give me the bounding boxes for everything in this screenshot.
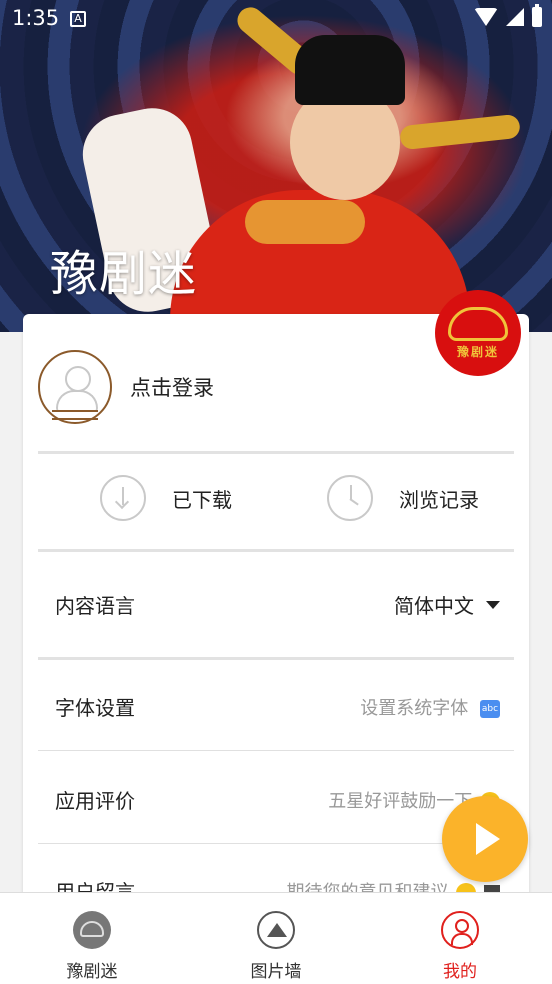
- language-row[interactable]: 内容语言 简体中文: [55, 590, 500, 619]
- hero-banner: 豫剧迷: [0, 0, 552, 332]
- language-label: 内容语言: [55, 594, 135, 618]
- hero-hat-wing: [399, 113, 521, 151]
- language-value: 简体中文: [394, 594, 474, 618]
- hero-title: 豫剧迷: [50, 246, 198, 302]
- clock-icon: [327, 475, 373, 521]
- chevron-down-icon: [486, 600, 500, 609]
- font-settings-value: 设置系统字体: [360, 697, 469, 719]
- tab-yujumi[interactable]: 豫剧迷: [0, 893, 184, 984]
- image-icon: [257, 911, 295, 949]
- bottom-navigation: 豫剧迷 图片墙 我的: [0, 892, 552, 984]
- avatar-head: [65, 366, 91, 392]
- tab-image-wall-label: 图片墙: [250, 962, 302, 982]
- status-icons: [474, 4, 542, 27]
- rating-value: 五星好评鼓励一下: [328, 790, 473, 812]
- divider: [38, 451, 514, 454]
- opera-logo-icon: [448, 306, 508, 341]
- font-settings-value-wrap: 设置系统字体 abc: [360, 694, 500, 720]
- status-time: 1:35: [12, 6, 60, 30]
- tab-yujumi-label: 豫剧迷: [66, 962, 118, 982]
- tab-image-wall[interactable]: 图片墙: [184, 893, 368, 984]
- rating-row[interactable]: 应用评价 五星好评鼓励一下: [55, 785, 500, 814]
- download-icon: [100, 475, 146, 521]
- divider: [38, 549, 514, 552]
- avatar-base: [52, 410, 98, 420]
- opera-logo-icon: [73, 911, 111, 949]
- tab-mine[interactable]: 我的: [368, 893, 552, 984]
- avatar-body: [56, 390, 98, 412]
- font-settings-row[interactable]: 字体设置 设置系统字体 abc: [55, 692, 500, 721]
- divider: [38, 657, 514, 660]
- hero-collar: [245, 200, 365, 244]
- login-label[interactable]: 点击登录: [130, 372, 214, 402]
- app-logo-badge[interactable]: 豫剧迷: [435, 290, 521, 376]
- history-label: 浏览记录: [399, 487, 479, 512]
- status-bar: 1:35 A: [0, 0, 552, 38]
- rating-label: 应用评价: [55, 789, 135, 813]
- language-select[interactable]: 简体中文: [394, 590, 500, 619]
- avatar: [38, 350, 112, 424]
- tab-mine-label: 我的: [443, 962, 477, 982]
- divider: [38, 750, 514, 751]
- wifi-icon: [474, 8, 498, 26]
- abc-icon: abc: [480, 699, 500, 718]
- downloaded-label: 已下载: [172, 487, 232, 512]
- logo-badge-text: 豫剧迷: [456, 344, 499, 359]
- notification-a-icon: A: [70, 11, 86, 27]
- downloaded-button[interactable]: 已下载: [100, 475, 232, 521]
- signal-icon: [506, 8, 524, 26]
- login-row[interactable]: 点击登录: [38, 350, 214, 424]
- play-button[interactable]: [442, 796, 528, 882]
- battery-icon: [532, 4, 542, 27]
- hero-hat: [295, 35, 405, 105]
- user-icon: [441, 911, 479, 949]
- font-settings-label: 字体设置: [55, 696, 135, 720]
- history-button[interactable]: 浏览记录: [327, 475, 479, 521]
